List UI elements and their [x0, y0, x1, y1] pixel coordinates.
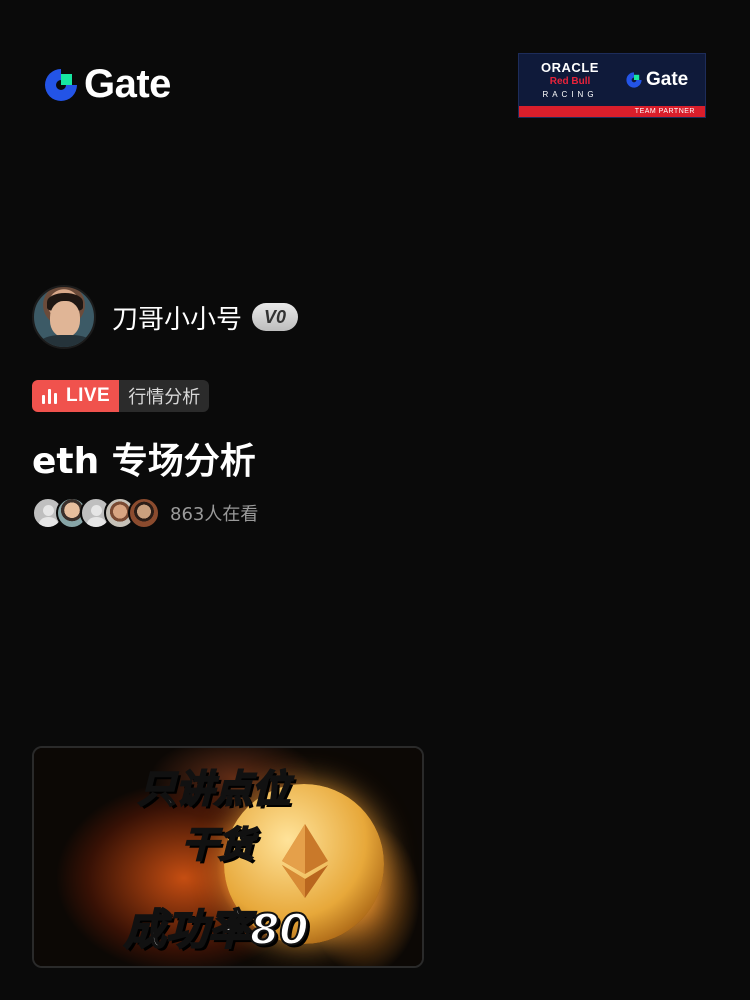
- host-row[interactable]: 刀哥小小号 V0: [32, 285, 299, 349]
- team-partner-strip: TEAM PARTNER: [519, 106, 705, 117]
- thumbnail-line-3: 成功率80: [123, 904, 309, 955]
- host-name[interactable]: 刀哥小小号: [112, 299, 242, 336]
- viewers-row: 863人在看: [32, 497, 258, 529]
- partner-gate-text: Gate: [646, 69, 689, 90]
- viewer-avatar: [128, 497, 160, 529]
- gate-logo-text: Gate: [84, 62, 171, 106]
- thumbnail-line-2: 干货: [181, 824, 255, 867]
- racing-text: RACING: [542, 90, 598, 99]
- viewer-count: 863人在看: [170, 504, 259, 525]
- stream-thumbnail[interactable]: 只讲点位 干货 成功率80: [32, 746, 424, 968]
- redbull-text: Red Bull: [549, 76, 591, 87]
- live-badge: LIVE: [32, 380, 120, 412]
- stream-tags: LIVE 行情分析: [32, 380, 210, 412]
- live-bars-icon: [42, 388, 57, 404]
- gate-small-icon: [626, 72, 642, 88]
- live-label: LIVE: [66, 385, 111, 406]
- thumbnail-line-1: 只讲点位: [137, 766, 291, 812]
- oracle-redbull-logo: ORACLE Red Bull RACING: [529, 60, 611, 99]
- live-stream-page: Gate ORACLE Red Bull RACING Gate TEAM PA…: [0, 0, 750, 1000]
- vip-badge: V0: [252, 303, 299, 331]
- gate-logo-icon: [45, 68, 77, 101]
- category-tag: 行情分析: [119, 380, 210, 412]
- gate-logo[interactable]: Gate: [42, 62, 171, 107]
- partner-gate-logo: Gate: [625, 69, 688, 91]
- stream-title: eth 专场分析: [32, 441, 256, 482]
- host-avatar[interactable]: [32, 285, 96, 349]
- oracle-text: ORACLE: [541, 60, 599, 75]
- team-partner-badge: ORACLE Red Bull RACING Gate TEAM PARTNER: [518, 53, 706, 118]
